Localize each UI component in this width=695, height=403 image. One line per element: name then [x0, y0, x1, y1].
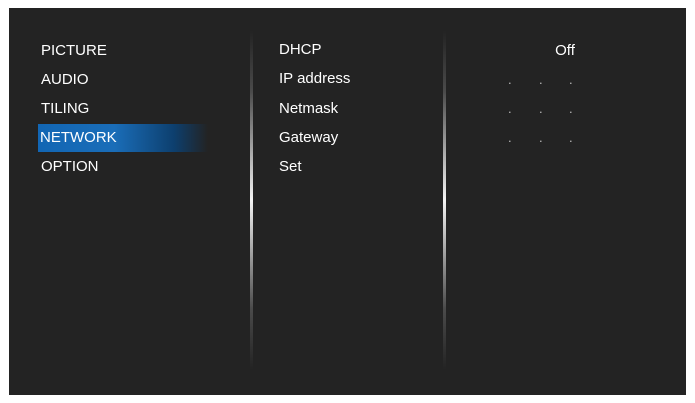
submenu-item-set[interactable]: Set: [279, 153, 429, 181]
main-menu-item-label: TILING: [41, 100, 90, 117]
submenu-item-netmask[interactable]: Netmask: [279, 95, 429, 123]
submenu-item-ip-address[interactable]: IP address: [279, 65, 429, 93]
submenu-item-label: Gateway: [279, 129, 339, 146]
ip-address-value[interactable]: ...: [508, 66, 618, 94]
netmask-value[interactable]: ...: [508, 95, 618, 123]
values-column: Off ... ... ...: [444, 8, 686, 395]
main-menu-item-tiling[interactable]: TILING: [39, 95, 209, 123]
main-menu-item-label: NETWORK: [40, 129, 117, 146]
submenu-item-label: DHCP: [279, 41, 322, 58]
main-menu-item-label: AUDIO: [41, 71, 89, 88]
submenu-item-label: IP address: [279, 70, 351, 87]
main-menu-item-network[interactable]: NETWORK: [38, 124, 208, 152]
main-menu-item-label: OPTION: [41, 158, 99, 175]
main-menu-item-picture[interactable]: PICTURE: [39, 37, 209, 65]
submenu-item-gateway[interactable]: Gateway: [279, 124, 429, 152]
submenu-item-dhcp[interactable]: DHCP: [279, 36, 429, 64]
gateway-value[interactable]: ...: [508, 124, 618, 152]
main-menu-item-option[interactable]: OPTION: [39, 153, 209, 181]
dhcp-value[interactable]: Off: [444, 37, 686, 65]
main-menu: PICTURE AUDIO TILING NETWORK OPTION: [9, 8, 249, 395]
main-menu-item-label: PICTURE: [41, 42, 107, 59]
submenu-item-label: Netmask: [279, 100, 339, 117]
submenu-item-label: Set: [279, 158, 302, 175]
main-menu-item-audio[interactable]: AUDIO: [39, 66, 209, 94]
osd-menu-panel: PICTURE AUDIO TILING NETWORK OPTION DHCP…: [9, 8, 686, 395]
network-submenu: DHCP IP address Netmask Gateway Set: [249, 8, 444, 395]
